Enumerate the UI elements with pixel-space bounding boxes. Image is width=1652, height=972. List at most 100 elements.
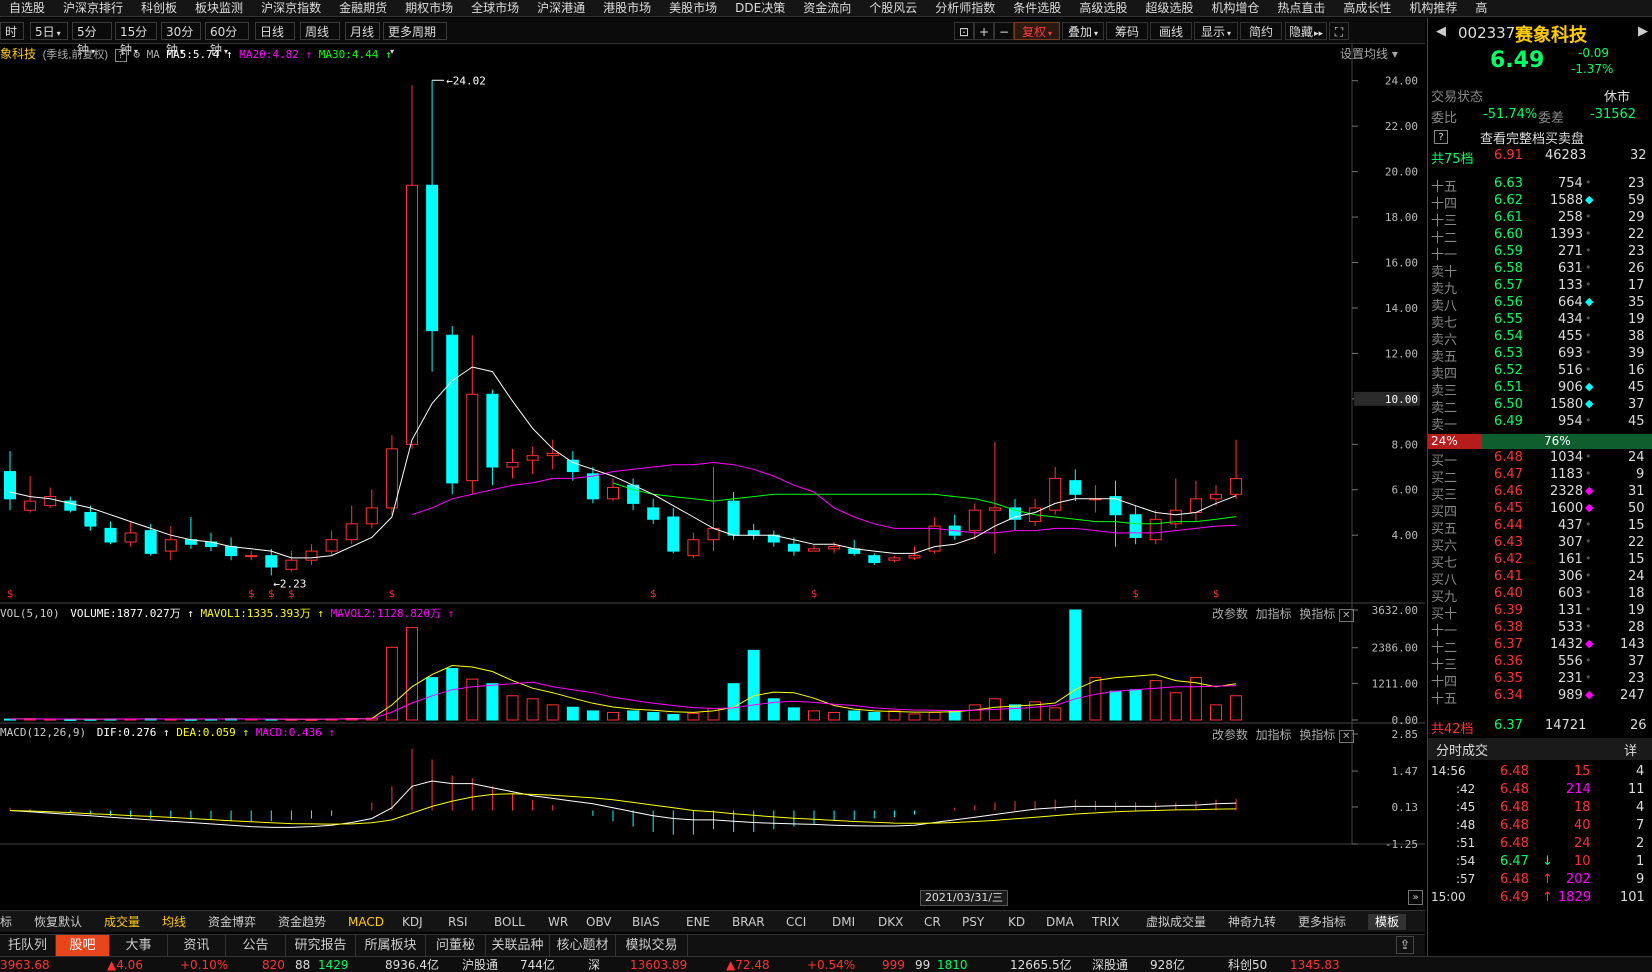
candle[interactable] bbox=[968, 503, 981, 540]
candle[interactable] bbox=[808, 544, 820, 552]
ask-level-row[interactable]: 卖七 6.55 434 • 19 bbox=[1428, 312, 1652, 331]
candle[interactable] bbox=[124, 521, 137, 547]
toolbar-button[interactable]: 显示 ▾ bbox=[1194, 22, 1238, 40]
volume-bar[interactable] bbox=[1089, 677, 1102, 721]
indicator-tab[interactable]: TRIX bbox=[1092, 914, 1138, 930]
volume-bar[interactable] bbox=[1129, 689, 1142, 721]
toolbar-button[interactable]: 简约 bbox=[1240, 22, 1282, 40]
bottom-tab[interactable]: 大事 bbox=[110, 935, 168, 957]
volume-bar[interactable] bbox=[828, 711, 841, 721]
volume-bar[interactable] bbox=[848, 710, 861, 721]
ask-level-row[interactable]: 十三 6.61 258 • 29 bbox=[1428, 210, 1652, 229]
candle[interactable] bbox=[888, 555, 901, 563]
vol-change-params-button[interactable]: 改参数 bbox=[1212, 607, 1248, 621]
candle[interactable] bbox=[1109, 480, 1122, 547]
volume-bar[interactable] bbox=[566, 706, 579, 721]
gear-icon[interactable]: ⚙ bbox=[133, 48, 140, 61]
candle[interactable] bbox=[305, 544, 318, 565]
indicator-tab[interactable]: 成交量 bbox=[104, 914, 154, 930]
macd-change-params-button[interactable]: 改参数 bbox=[1212, 728, 1248, 742]
period-item[interactable]: 周线 bbox=[300, 22, 340, 40]
topnav-item[interactable]: 机构增仓 bbox=[1202, 0, 1268, 16]
toolbar-button[interactable]: 筹码 bbox=[1106, 22, 1148, 40]
bid-level-row[interactable]: 买八 6.41 306 • 24 bbox=[1428, 569, 1652, 588]
bid-level-row[interactable]: 十五 6.34 989 ◆ 247 bbox=[1428, 688, 1652, 707]
candle[interactable] bbox=[707, 467, 720, 552]
candle[interactable] bbox=[1210, 485, 1222, 506]
candle[interactable] bbox=[647, 498, 660, 524]
bid-level-row[interactable]: 买七 6.42 161 • 15 bbox=[1428, 552, 1652, 571]
bid-level-row[interactable]: 买九 6.40 603 • 18 bbox=[1428, 586, 1652, 605]
ask-level-row[interactable]: 卖三 6.51 906 ◆ 45 bbox=[1428, 380, 1652, 399]
candle[interactable] bbox=[687, 532, 700, 558]
ask-level-row[interactable]: 卖九 6.57 133 • 17 bbox=[1428, 278, 1652, 297]
volume-bar[interactable] bbox=[1069, 609, 1082, 721]
candle[interactable] bbox=[446, 326, 459, 495]
volume-bar[interactable] bbox=[727, 683, 740, 721]
candle[interactable] bbox=[285, 551, 298, 572]
candle[interactable] bbox=[184, 517, 197, 549]
volume-bar[interactable] bbox=[627, 710, 640, 721]
dividend-marker[interactable]: $ bbox=[7, 589, 13, 600]
indicator-tab[interactable]: 恢复默认 bbox=[34, 914, 96, 930]
indicator-tab[interactable]: 虚拟成交量 bbox=[1146, 914, 1220, 930]
full-book-row[interactable]: ? 查看完整档买卖盘 bbox=[1428, 128, 1652, 148]
fullscreen-icon[interactable]: ⛶ bbox=[1329, 22, 1349, 40]
topnav-item[interactable]: 沪深港通 bbox=[528, 0, 594, 16]
volume-bar[interactable] bbox=[868, 711, 881, 721]
candle[interactable] bbox=[586, 467, 599, 504]
topnav-item[interactable]: 超级选股 bbox=[1136, 0, 1202, 16]
indicator-tab[interactable]: CR bbox=[924, 914, 954, 930]
topnav-item[interactable]: 热点直击 bbox=[1268, 0, 1334, 16]
candle[interactable] bbox=[1049, 467, 1062, 515]
topnav-item[interactable]: 金融期货 bbox=[330, 0, 396, 16]
topnav-item[interactable]: 高成长性 bbox=[1334, 0, 1400, 16]
period-item[interactable]: 月线 bbox=[345, 22, 380, 40]
vol-switch-indicator-button[interactable]: 换指标 bbox=[1299, 607, 1335, 621]
volume-bar[interactable] bbox=[426, 677, 439, 721]
bid-level-row[interactable]: 买四 6.45 1600 ◆ 50 bbox=[1428, 501, 1652, 520]
topnav-item[interactable]: 港股市场 bbox=[594, 0, 660, 16]
candle[interactable] bbox=[104, 521, 117, 545]
period-item[interactable]: 日线 bbox=[255, 22, 295, 40]
bottom-tab[interactable]: 托队列 bbox=[0, 935, 56, 957]
indicator-tab[interactable]: DKX bbox=[878, 914, 916, 930]
ask-level-row[interactable]: 十四 6.62 1588 ◆ 59 bbox=[1428, 193, 1652, 212]
topnav-item[interactable]: 高级选股 bbox=[1070, 0, 1136, 16]
volume-bar[interactable] bbox=[1109, 690, 1122, 721]
bottom-tab[interactable]: 问董秘 bbox=[426, 935, 486, 957]
candle[interactable] bbox=[1169, 478, 1182, 529]
bid-level-row[interactable]: 买六 6.43 307 • 22 bbox=[1428, 535, 1652, 554]
topnav-item[interactable]: 板块监测 bbox=[186, 0, 252, 16]
dividend-marker[interactable]: $ bbox=[811, 589, 817, 600]
indicator-tab[interactable]: WR bbox=[548, 914, 578, 930]
volume-bar[interactable] bbox=[586, 710, 599, 721]
volume-bar[interactable] bbox=[506, 695, 519, 721]
volume-bar[interactable] bbox=[406, 627, 418, 721]
volume-bar[interactable] bbox=[787, 707, 800, 721]
candle[interactable] bbox=[566, 451, 579, 481]
indicator-tab[interactable]: BRAR bbox=[732, 914, 778, 930]
candle[interactable] bbox=[1230, 439, 1243, 499]
toolbar-button[interactable]: 复权 ▾ bbox=[1014, 22, 1060, 40]
candle[interactable] bbox=[486, 389, 499, 486]
toolbar-button[interactable]: 叠加 ▾ bbox=[1062, 22, 1104, 40]
dividend-marker[interactable]: $ bbox=[268, 589, 274, 600]
ask-level-row[interactable]: 卖四 6.52 516 • 16 bbox=[1428, 363, 1652, 382]
bid-level-row[interactable]: 十二 6.37 1432 ◆ 143 bbox=[1428, 637, 1652, 656]
close-icon[interactable]: ✕ bbox=[1339, 730, 1354, 743]
volume-bar[interactable] bbox=[1009, 704, 1021, 721]
candle[interactable] bbox=[44, 487, 57, 508]
ask-level-row[interactable]: 卖一 6.49 954 • 45 bbox=[1428, 414, 1652, 433]
period-item[interactable]: 30分钟 ▾ bbox=[161, 22, 201, 57]
dividend-marker[interactable]: $ bbox=[288, 589, 294, 600]
volume-bar[interactable] bbox=[888, 710, 901, 721]
period-item[interactable]: 时 bbox=[0, 22, 24, 40]
volume-bar[interactable] bbox=[968, 704, 981, 721]
indicator-tab[interactable]: DMA bbox=[1046, 914, 1084, 930]
topnav-item[interactable]: 科创板 bbox=[132, 0, 186, 16]
bid-level-row[interactable]: 买三 6.46 2328 ◆ 31 bbox=[1428, 484, 1652, 503]
bottom-tab[interactable]: 资讯 bbox=[168, 935, 226, 957]
ask-level-row[interactable]: 卖十 6.58 631 • 26 bbox=[1428, 261, 1652, 280]
topnav-item[interactable]: 沪深京指数 bbox=[252, 0, 330, 16]
